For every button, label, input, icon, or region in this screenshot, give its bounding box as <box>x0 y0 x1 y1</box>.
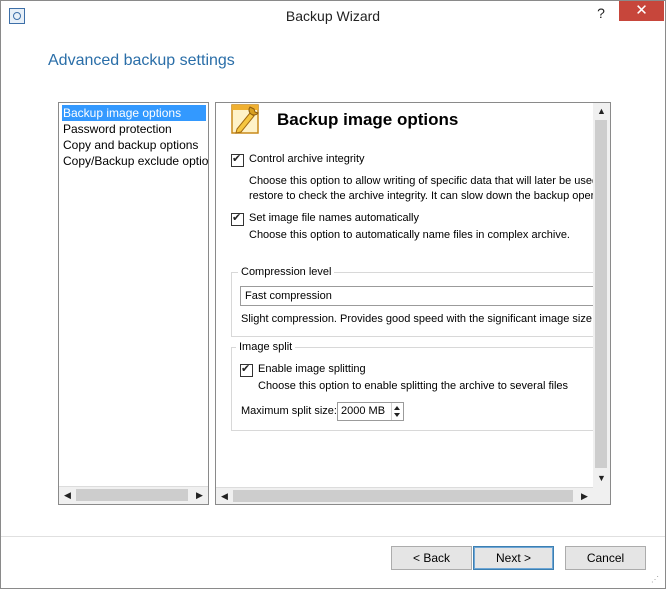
spin-up-icon[interactable] <box>394 406 400 410</box>
compression-level-dropdown[interactable]: Fast compression <box>240 286 606 306</box>
options-horizontal-scrollbar[interactable]: ◀ ▶ <box>216 487 593 504</box>
cancel-button[interactable]: Cancel <box>565 546 646 570</box>
scroll-left-icon[interactable]: ◀ <box>216 488 233 504</box>
footer-divider <box>1 536 665 537</box>
backup-wizard-window: Backup Wizard ? ✕ Advanced backup settin… <box>0 0 666 589</box>
control-archive-integrity-desc-1: Choose this option to allow writing of s… <box>249 175 608 187</box>
max-split-size-label: Maximum split size: <box>241 405 337 417</box>
resize-grip-icon[interactable]: ⋰ <box>651 575 661 585</box>
next-button[interactable]: Next > <box>473 546 554 570</box>
options-vertical-scrollbar[interactable]: ▲ ▼ <box>593 103 610 487</box>
scrollbar-thumb[interactable] <box>76 489 188 501</box>
max-split-size-spinner[interactable]: 2000 MB <box>337 402 404 421</box>
enable-image-splitting-label[interactable]: Enable image splitting <box>258 363 366 375</box>
scroll-up-icon[interactable]: ▲ <box>593 103 610 120</box>
nav-item-copy-backup-exclude-options[interactable]: Copy/Backup exclude options <box>62 153 208 169</box>
nav-item-backup-image-options[interactable]: Backup image options <box>62 105 206 121</box>
page-heading: Advanced backup settings <box>48 52 235 69</box>
auto-file-names-checkbox[interactable] <box>231 211 244 226</box>
compression-level-desc: Slight compression. Provides good speed … <box>241 313 596 325</box>
nav-horizontal-scrollbar[interactable]: ◀ ▶ <box>59 486 208 504</box>
control-archive-integrity-checkbox[interactable] <box>231 152 244 167</box>
scroll-right-icon[interactable]: ▶ <box>191 487 208 504</box>
spin-down-icon[interactable] <box>394 413 400 417</box>
nav-item-copy-and-backup-options[interactable]: Copy and backup options <box>62 137 208 153</box>
help-button[interactable]: ? <box>591 5 611 23</box>
compression-level-label: Compression level <box>238 266 335 278</box>
scroll-right-icon[interactable]: ▶ <box>576 488 593 504</box>
vertical-scrollbar-thumb[interactable] <box>595 120 607 468</box>
options-panel: Backup image options Control archive int… <box>215 102 611 505</box>
nav-item-password-protection[interactable]: Password protection <box>62 121 208 137</box>
spinner-buttons[interactable] <box>391 403 403 420</box>
control-archive-integrity-desc-2: restore to check the archive integrity. … <box>249 190 601 202</box>
max-split-size-value[interactable]: 2000 MB <box>341 405 385 417</box>
close-button[interactable]: ✕ <box>619 1 664 21</box>
image-split-label: Image split <box>236 341 296 353</box>
horizontal-scrollbar-thumb[interactable] <box>233 490 573 502</box>
window-title: Backup Wizard <box>285 8 381 24</box>
page-title: Backup image options <box>277 110 459 129</box>
enable-image-splitting-checkbox[interactable] <box>240 362 253 377</box>
image-splitting-desc: Choose this option to enable splitting t… <box>258 380 569 392</box>
settings-nav-list: Backup image options Password protection… <box>58 102 209 505</box>
wrench-pencil-settings-icon <box>231 104 259 134</box>
auto-file-names-desc: Choose this option to automatically name… <box>249 229 570 241</box>
back-button[interactable]: < Back <box>391 546 472 570</box>
scroll-down-icon[interactable]: ▼ <box>593 470 610 487</box>
auto-file-names-label[interactable]: Set image file names automatically <box>249 212 419 224</box>
control-archive-integrity-label[interactable]: Control archive integrity <box>249 153 365 165</box>
title-bar: Backup Wizard ? ✕ <box>1 1 665 31</box>
scroll-left-icon[interactable]: ◀ <box>59 487 76 504</box>
scrollbar-corner <box>593 487 610 504</box>
